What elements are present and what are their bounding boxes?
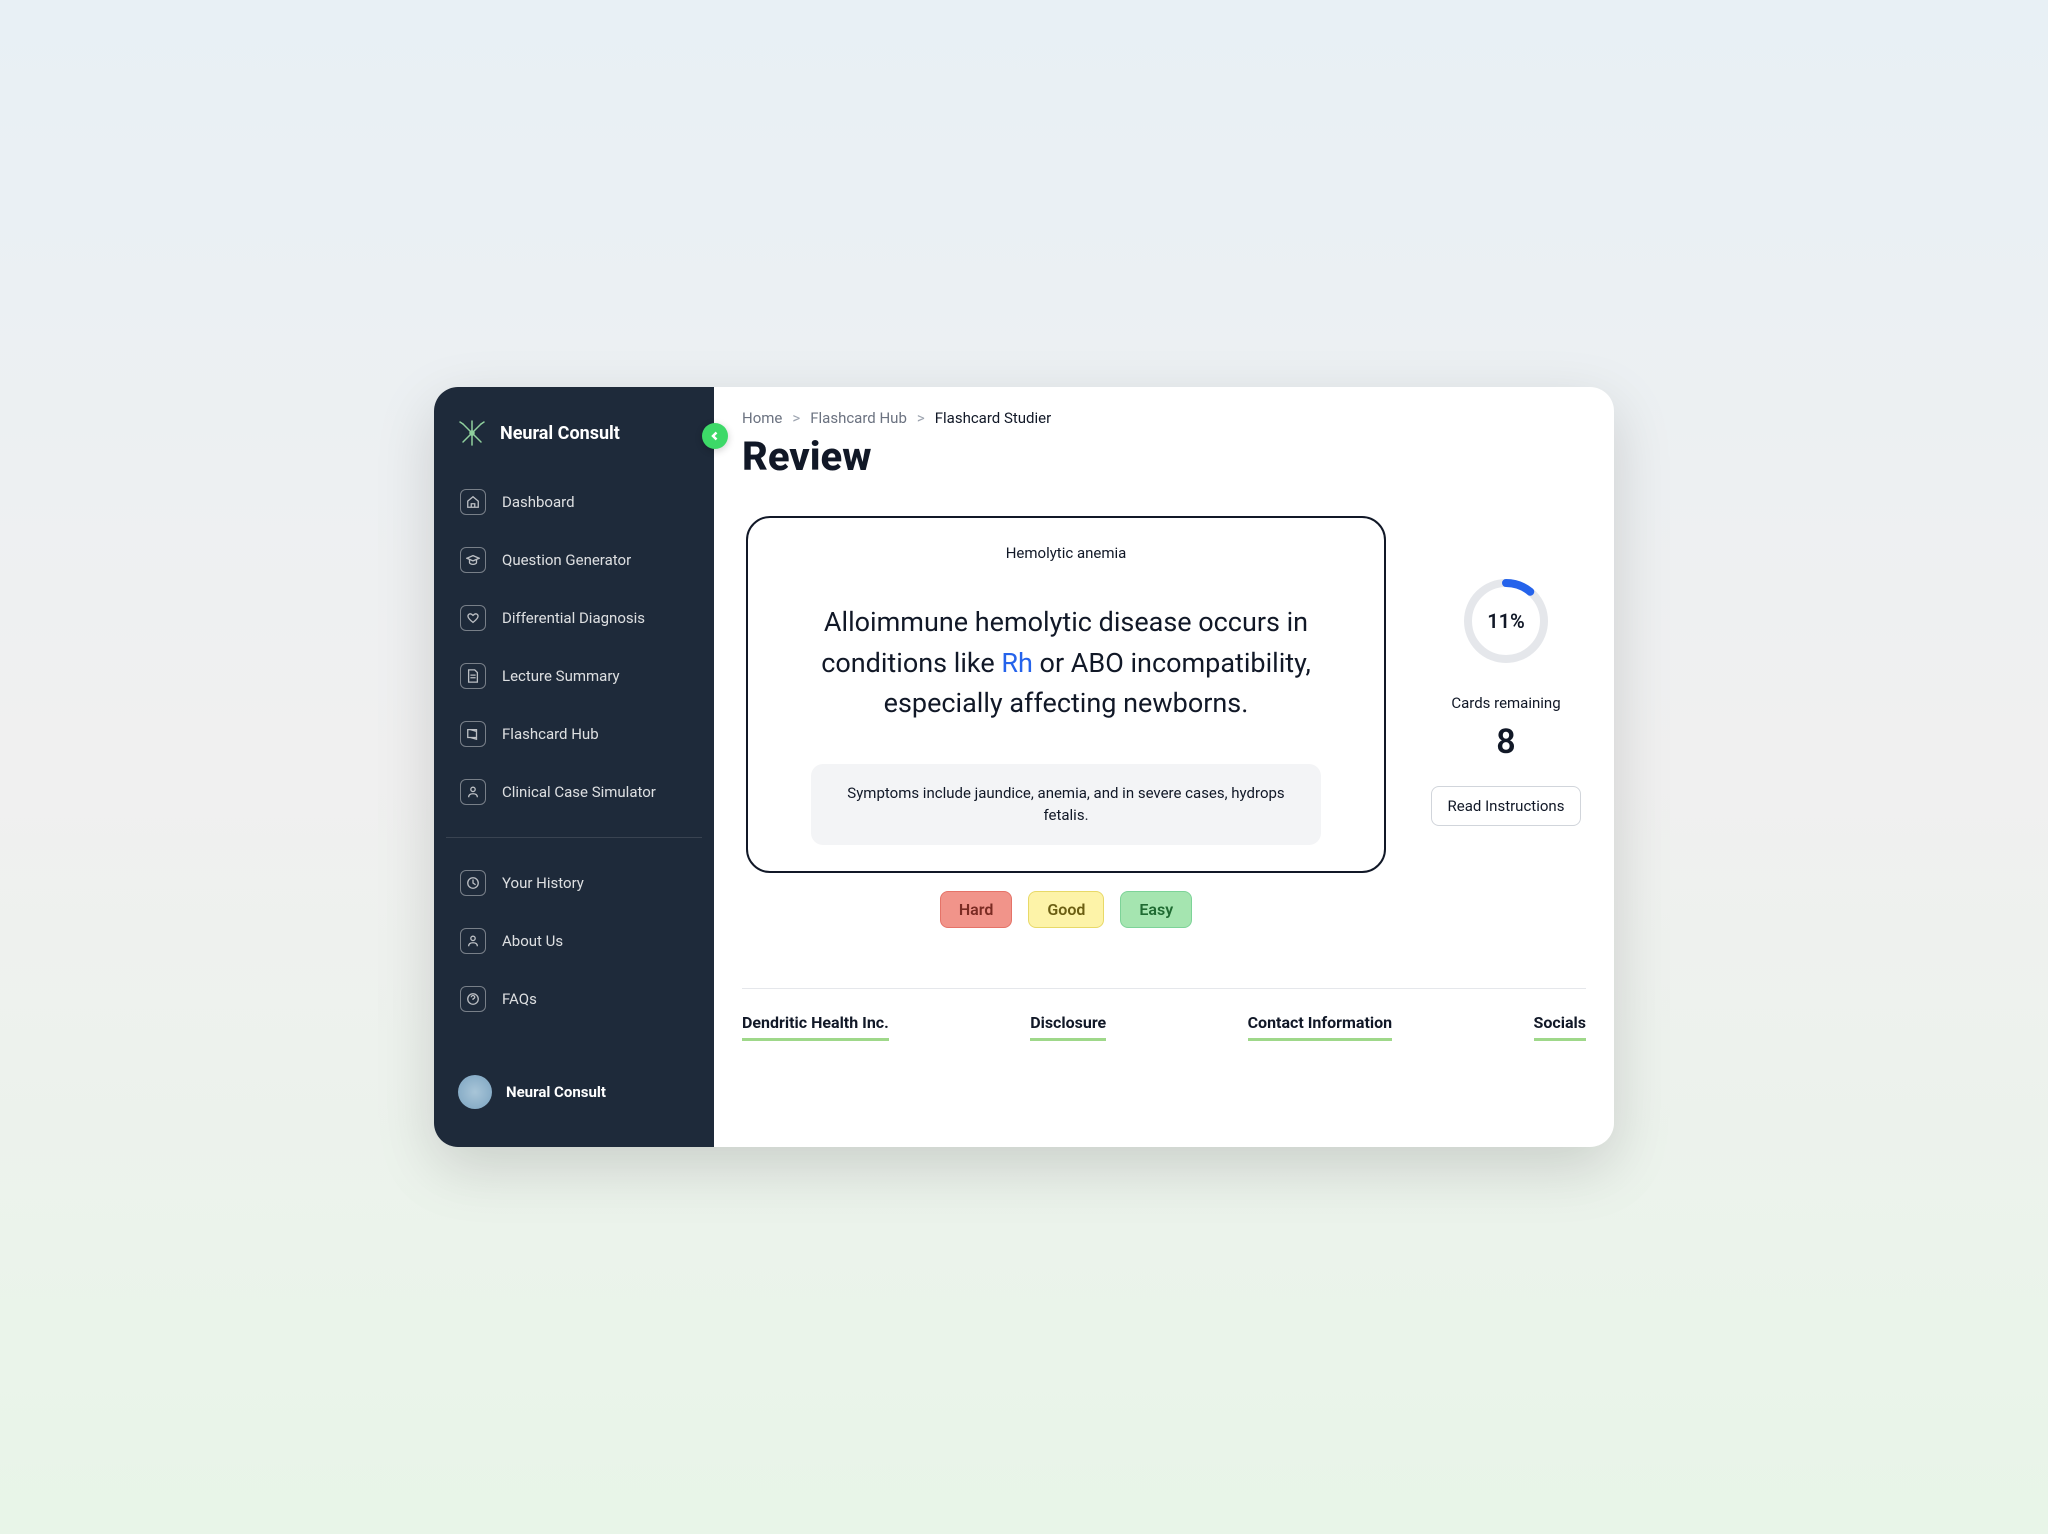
nav-label: FAQs <box>502 990 537 1008</box>
nav-secondary: Your History About Us FAQs <box>434 856 714 1026</box>
rating-easy-button[interactable]: Easy <box>1120 891 1192 928</box>
sidebar-footer: Neural Consult <box>434 1061 714 1123</box>
chevron-left-icon <box>710 431 720 441</box>
progress-ring: 11% <box>1461 576 1551 666</box>
heart-icon <box>460 605 486 631</box>
sidebar-item-your-history[interactable]: Your History <box>446 856 702 910</box>
sidebar-item-dashboard[interactable]: Dashboard <box>446 475 702 529</box>
rating-row: Hard Good Easy <box>940 891 1192 928</box>
footer-brand-name: Neural Consult <box>506 1083 606 1101</box>
sidebar: Neural Consult Dashboard Question Genera… <box>434 387 714 1147</box>
footer-col-disclosure: Disclosure <box>1030 1013 1106 1041</box>
help-icon <box>460 986 486 1012</box>
person-icon <box>460 779 486 805</box>
nav-divider <box>446 837 702 838</box>
nav-label: Flashcard Hub <box>502 725 599 743</box>
sidebar-item-clinical-case-simulator[interactable]: Clinical Case Simulator <box>446 765 702 819</box>
brand-name: Neural Consult <box>500 423 620 444</box>
footer-heading: Disclosure <box>1030 1013 1106 1041</box>
document-icon <box>460 663 486 689</box>
footer-col-socials: Socials <box>1534 1013 1586 1041</box>
about-icon <box>460 928 486 954</box>
page-footer: Dendritic Health Inc. Disclosure Contact… <box>742 988 1586 1041</box>
nav-primary: Dashboard Question Generator Differentia… <box>434 475 714 819</box>
breadcrumb-home[interactable]: Home <box>742 409 782 427</box>
sidebar-item-faqs[interactable]: FAQs <box>446 972 702 1026</box>
progress-percent: 11% <box>1487 609 1525 633</box>
page-title: Review <box>742 433 1586 480</box>
card-note: Symptoms include jaundice, anemia, and i… <box>811 764 1321 845</box>
rating-hard-button[interactable]: Hard <box>940 891 1013 928</box>
sidebar-item-differential-diagnosis[interactable]: Differential Diagnosis <box>446 591 702 645</box>
breadcrumb-separator: > <box>792 409 800 427</box>
footer-heading: Contact Information <box>1248 1013 1393 1041</box>
nav-label: Question Generator <box>502 551 631 569</box>
card-column: Hemolytic anemia Alloimmune hemolytic di… <box>742 516 1390 928</box>
card-topic: Hemolytic anemia <box>1006 544 1127 562</box>
remaining-label: Cards remaining <box>1451 694 1560 712</box>
footer-heading: Socials <box>1534 1013 1586 1041</box>
neuron-icon <box>458 419 486 447</box>
nav-label: About Us <box>502 932 563 950</box>
nav-label: Dashboard <box>502 493 575 511</box>
main-content: Home > Flashcard Hub > Flashcard Studier… <box>714 387 1614 1147</box>
breadcrumb-flashcard-hub[interactable]: Flashcard Hub <box>810 409 907 427</box>
remaining-value: 8 <box>1496 722 1515 762</box>
rating-good-button[interactable]: Good <box>1028 891 1104 928</box>
content-row: Hemolytic anemia Alloimmune hemolytic di… <box>742 516 1586 928</box>
history-icon <box>460 870 486 896</box>
nav-label: Lecture Summary <box>502 667 620 685</box>
footer-heading: Dendritic Health Inc. <box>742 1013 889 1041</box>
read-instructions-button[interactable]: Read Instructions <box>1431 786 1582 826</box>
nav-label: Clinical Case Simulator <box>502 783 656 801</box>
footer-col-contact: Contact Information <box>1248 1013 1393 1041</box>
avatar <box>458 1075 492 1109</box>
logo-section: Neural Consult <box>434 411 714 475</box>
home-icon <box>460 489 486 515</box>
footer-col-company: Dendritic Health Inc. <box>742 1013 889 1041</box>
nav-label: Differential Diagnosis <box>502 609 645 627</box>
sidebar-item-question-generator[interactable]: Question Generator <box>446 533 702 587</box>
breadcrumb: Home > Flashcard Hub > Flashcard Studier <box>742 409 1586 427</box>
card-body: Alloimmune hemolytic disease occurs in c… <box>780 602 1352 724</box>
card-body-highlight: Rh <box>1001 647 1033 679</box>
flashcard: Hemolytic anemia Alloimmune hemolytic di… <box>746 516 1386 873</box>
breadcrumb-separator: > <box>917 409 925 427</box>
flashcard-icon <box>460 721 486 747</box>
sidebar-item-flashcard-hub[interactable]: Flashcard Hub <box>446 707 702 761</box>
graduation-icon <box>460 547 486 573</box>
nav-label: Your History <box>502 874 584 892</box>
sidebar-item-about-us[interactable]: About Us <box>446 914 702 968</box>
sidebar-collapse-button[interactable] <box>702 423 728 449</box>
stats-panel: 11% Cards remaining 8 Read Instructions <box>1426 516 1586 826</box>
app-window: Neural Consult Dashboard Question Genera… <box>434 387 1614 1147</box>
sidebar-item-lecture-summary[interactable]: Lecture Summary <box>446 649 702 703</box>
breadcrumb-current: Flashcard Studier <box>935 409 1051 427</box>
